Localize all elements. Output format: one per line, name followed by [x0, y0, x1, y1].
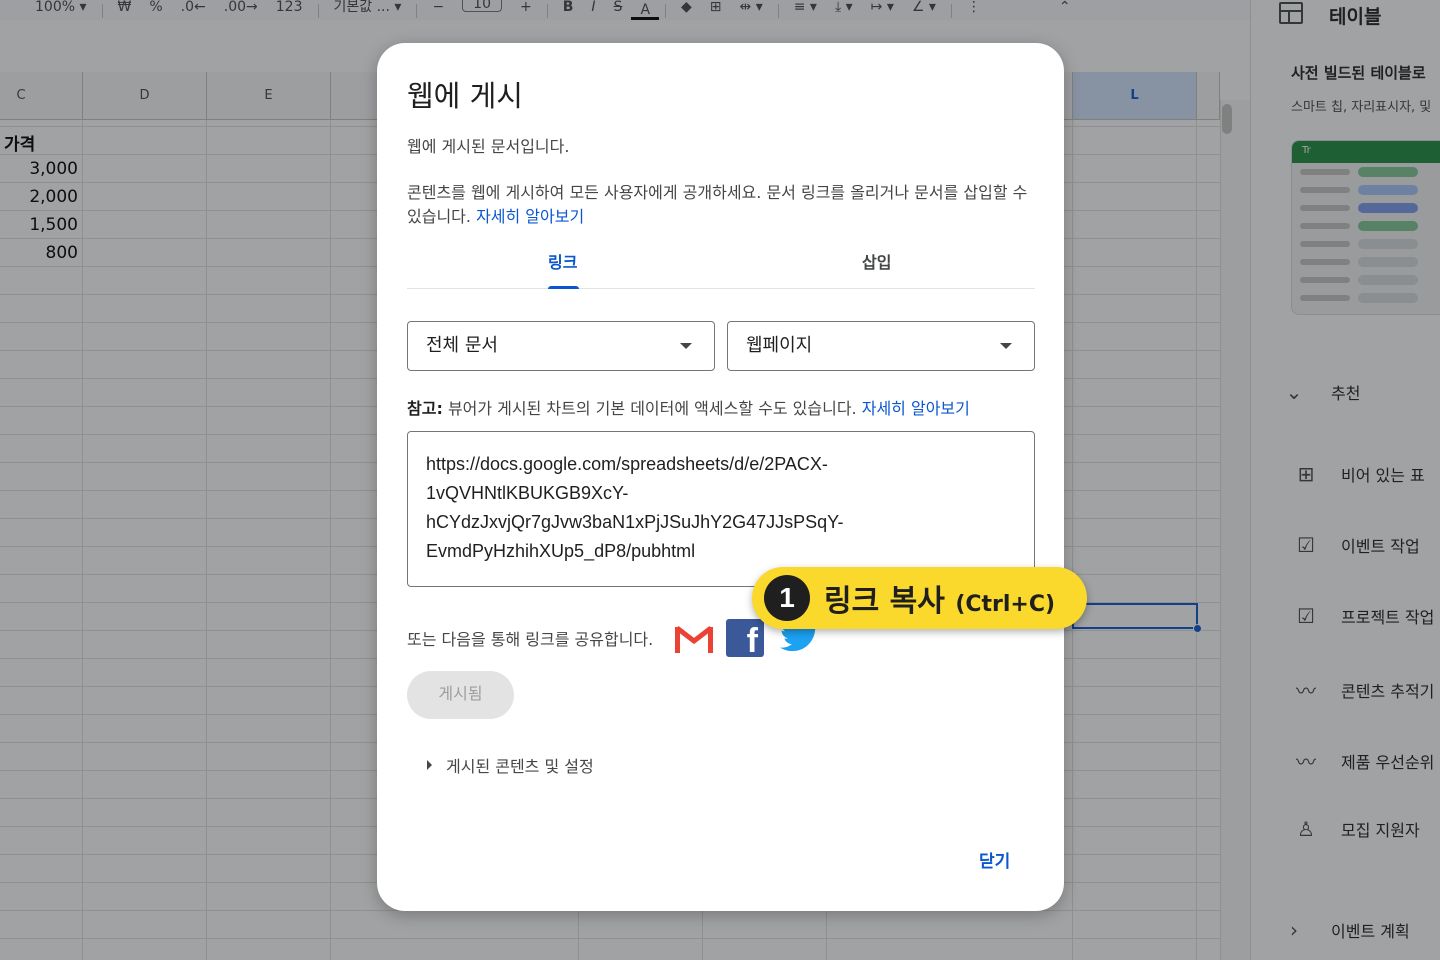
published-button[interactable]: 게시됨 [407, 671, 514, 719]
data-access-note: 참고: 뷰어가 게시된 차트의 기본 데이터에 액세스할 수도 있습니다. 자세… [407, 395, 970, 419]
callout-label: 링크 복사 [824, 584, 945, 619]
published-url-field[interactable]: https://docs.google.com/spreadsheets/d/e… [407, 431, 1035, 587]
share-text: 또는 다음을 통해 링크를 공유합니다. [407, 630, 654, 649]
step-number-badge: 1 [764, 575, 810, 621]
close-button[interactable]: 닫기 [979, 847, 1010, 872]
select-value: 전체 문서 [426, 335, 498, 356]
learn-more-link[interactable]: 자세히 알아보기 [476, 207, 584, 226]
tab-embed[interactable]: 삽입 [862, 249, 891, 273]
note-text: 뷰어가 게시된 차트의 기본 데이터에 액세스할 수도 있습니다. [447, 399, 857, 418]
facebook-icon[interactable]: f [726, 619, 764, 657]
callout-shortcut: (Ctrl+C) [955, 592, 1056, 617]
publish-format-select[interactable]: 웹페이지 [727, 321, 1035, 371]
dialog-description: 콘텐츠를 웹에 게시하여 모든 사용자에게 공개하세요. 문서 링크를 올리거나… [407, 181, 1037, 229]
active-tab-indicator [548, 286, 579, 289]
gmail-icon[interactable] [675, 624, 713, 654]
expand-triangle-icon [427, 760, 432, 770]
expander-label: 게시된 콘텐츠 및 설정 [446, 757, 594, 776]
select-value: 웹페이지 [746, 335, 813, 356]
note-learn-more-link[interactable]: 자세히 알아보기 [862, 399, 970, 418]
publish-to-web-dialog: 웹에 게시 웹에 게시된 문서입니다. 콘텐츠를 웹에 게시하여 모든 사용자에… [377, 43, 1064, 911]
callout-text: 링크 복사 (Ctrl+C) [824, 576, 1055, 620]
note-label: 참고: [407, 399, 443, 418]
publish-tabs: 링크 삽입 [407, 243, 1035, 289]
published-content-settings-toggle[interactable]: 게시된 콘텐츠 및 설정 [427, 753, 594, 777]
dropdown-arrow-icon [1000, 343, 1012, 349]
document-scope-select[interactable]: 전체 문서 [407, 321, 715, 371]
dropdown-arrow-icon [680, 343, 692, 349]
tab-link[interactable]: 링크 [548, 249, 577, 273]
publish-status: 웹에 게시된 문서입니다. [407, 137, 570, 156]
copy-link-callout: 1 링크 복사 (Ctrl+C) [752, 567, 1087, 629]
dialog-title: 웹에 게시 [407, 79, 523, 113]
